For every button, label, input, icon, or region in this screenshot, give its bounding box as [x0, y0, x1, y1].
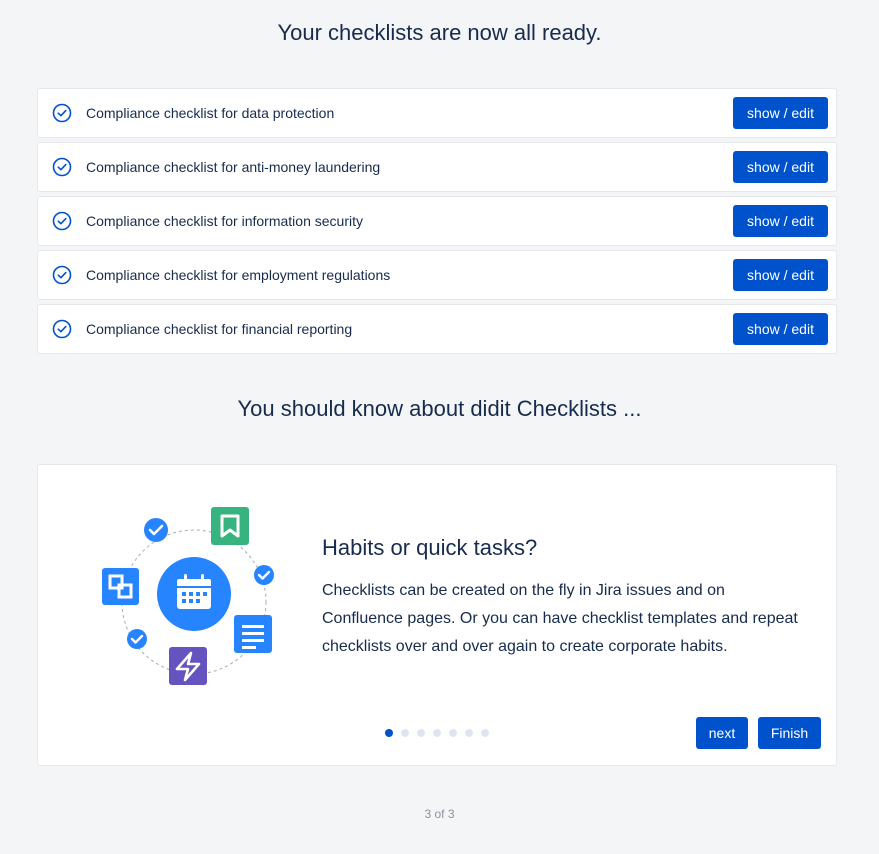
checklist-label: Compliance checklist for anti-money laun… [86, 159, 381, 175]
check-circle-icon [52, 265, 72, 285]
slide-dot[interactable] [417, 729, 425, 737]
info-heading: You should know about didit Checklists .… [237, 396, 642, 421]
squares-icon [102, 568, 139, 605]
check-badge-icon [144, 518, 168, 542]
slide-dot[interactable] [481, 729, 489, 737]
checklist-row: Compliance checklist for information sec… [37, 196, 837, 246]
check-badge-icon [127, 629, 147, 649]
check-badge-icon [254, 565, 274, 585]
bookmark-icon [211, 507, 249, 545]
check-circle-icon [52, 319, 72, 339]
checklist-label: Compliance checklist for information sec… [86, 213, 363, 229]
check-circle-icon [52, 157, 72, 177]
checklist-label: Compliance checklist for employment regu… [86, 267, 391, 283]
checklist-row: Compliance checklist for financial repor… [37, 304, 837, 354]
next-button[interactable]: next [696, 717, 748, 749]
checklist-row: Compliance checklist for anti-money laun… [37, 142, 837, 192]
finish-button[interactable]: Finish [758, 717, 821, 749]
lightning-icon [169, 647, 207, 685]
show-edit-button[interactable]: show / edit [733, 259, 828, 291]
check-circle-icon [52, 103, 72, 123]
card-title: Habits or quick tasks? [322, 535, 538, 560]
slide-indicator [385, 729, 489, 737]
slide-dot[interactable] [465, 729, 473, 737]
slide-dot[interactable] [385, 729, 393, 737]
checklist-illustration [100, 505, 280, 690]
info-card: Habits or quick tasks? Checklists can be… [37, 464, 837, 766]
slide-dot[interactable] [401, 729, 409, 737]
slide-dot[interactable] [449, 729, 457, 737]
checklist-label: Compliance checklist for data protection [86, 105, 335, 121]
show-edit-button[interactable]: show / edit [733, 313, 828, 345]
checklist-row: Compliance checklist for employment regu… [37, 250, 837, 300]
show-edit-button[interactable]: show / edit [733, 97, 828, 129]
checklist-list: Compliance checklist for data protection… [37, 88, 837, 358]
slide-dot[interactable] [433, 729, 441, 737]
checklist-label: Compliance checklist for financial repor… [86, 321, 353, 337]
card-description: Checklists can be created on the fly in … [322, 582, 798, 655]
calendar-icon [157, 557, 231, 631]
checklist-row: Compliance checklist for data protection… [37, 88, 837, 138]
page-title: Your checklists are now all ready. [277, 20, 602, 45]
page-counter: 3 of 3 [424, 807, 455, 821]
document-icon [234, 615, 272, 653]
show-edit-button[interactable]: show / edit [733, 205, 828, 237]
check-circle-icon [52, 211, 72, 231]
show-edit-button[interactable]: show / edit [733, 151, 828, 183]
